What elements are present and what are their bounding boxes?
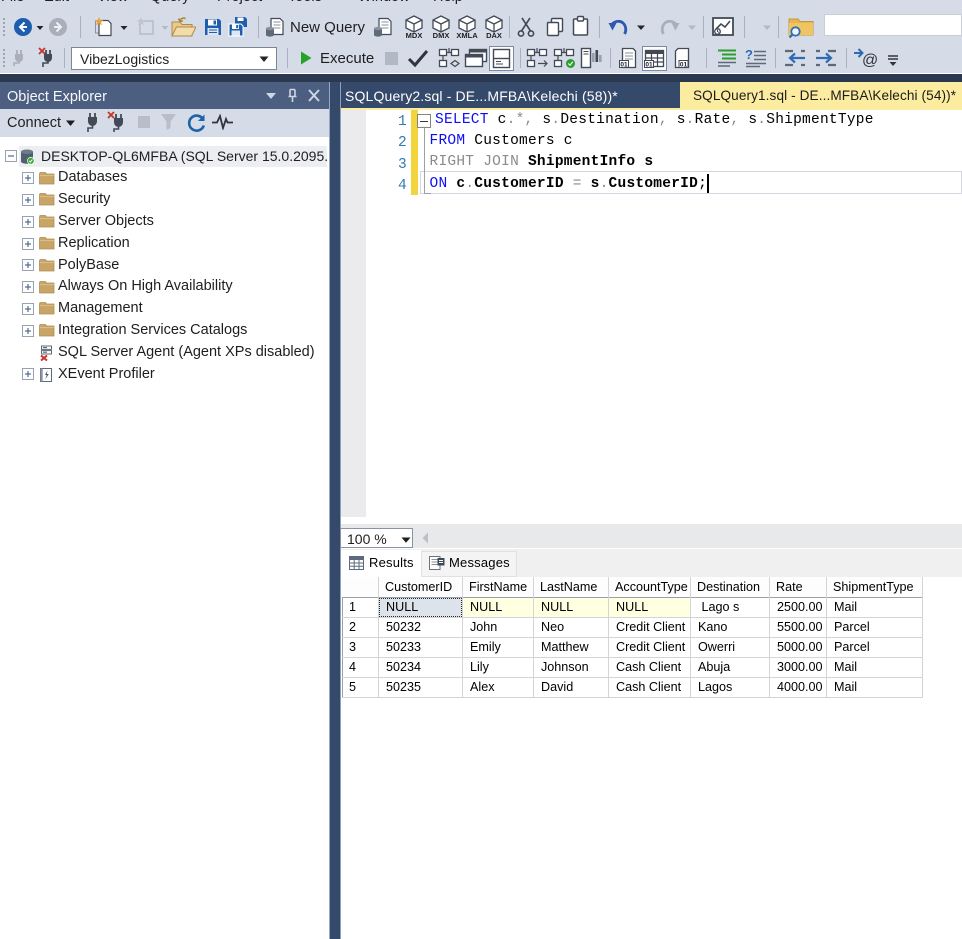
svg-text:@: @ (862, 52, 878, 69)
svg-text:XMLA: XMLA (456, 31, 478, 39)
svg-text:01: 01 (620, 62, 628, 69)
svg-text:?: ? (745, 48, 753, 62)
svg-text:01: 01 (645, 62, 653, 69)
svg-text:MDX: MDX (406, 31, 423, 39)
svg-text:DAX: DAX (486, 31, 502, 39)
svg-text:DMX: DMX (433, 31, 450, 39)
svg-text:01: 01 (680, 62, 688, 69)
